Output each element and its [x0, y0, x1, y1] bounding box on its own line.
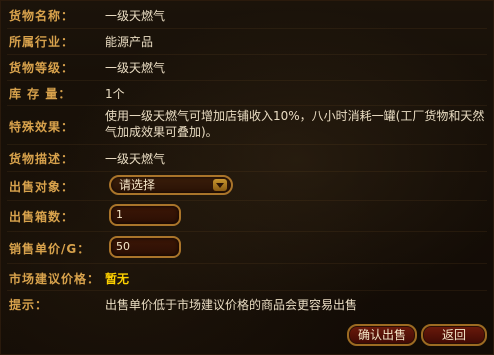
divider [7, 263, 487, 264]
special-effect-value: 使用一级天燃气可增加店铺收入10%，八小时消耗一罐(工厂货物和天然气加成效果可叠… [105, 109, 485, 139]
box-count-input[interactable]: 1 [109, 204, 181, 226]
goods-name-label: 货物名称： [9, 9, 75, 23]
divider [7, 290, 487, 291]
sale-target-select[interactable]: 请选择 [109, 175, 233, 195]
suggested-price-label: 市场建议价格： [9, 272, 101, 286]
description-label: 货物描述： [9, 152, 75, 166]
divider [7, 144, 487, 145]
tip-value: 出售单价低于市场建议价格的商品会更容易出售 [105, 298, 358, 312]
divider [7, 200, 487, 201]
divider [7, 171, 487, 172]
box-count-label: 出售箱数： [9, 210, 75, 224]
divider [7, 54, 487, 55]
back-button[interactable]: 返回 [421, 324, 487, 346]
divider [7, 80, 487, 81]
unit-price-input[interactable]: 50 [109, 236, 181, 258]
stock-value: 1个 [105, 87, 125, 101]
sale-target-label: 出售对象： [9, 180, 75, 194]
industry-value: 能源产品 [105, 35, 154, 49]
confirm-sell-button[interactable]: 确认出售 [347, 324, 417, 346]
divider [7, 105, 487, 106]
grade-label: 货物等级： [9, 61, 75, 75]
tip-label: 提示： [9, 298, 49, 312]
special-effect-label: 特殊效果： [9, 120, 75, 134]
sell-goods-panel: 货物名称： 一级天燃气 所属行业： 能源产品 货物等级： 一级天燃气 库 存 量… [0, 0, 494, 355]
chevron-down-icon[interactable] [213, 179, 227, 191]
grade-value: 一级天燃气 [105, 61, 166, 75]
stock-label: 库 存 量： [9, 87, 72, 101]
divider [7, 28, 487, 29]
suggested-price-value: 暂无 [105, 272, 130, 286]
unit-price-label: 销售单价/G： [9, 242, 91, 256]
description-value: 一级天燃气 [105, 152, 166, 166]
sale-target-selected-value: 请选择 [119, 178, 156, 192]
industry-label: 所属行业： [9, 35, 75, 49]
divider [7, 231, 487, 232]
goods-name-value: 一级天燃气 [105, 9, 166, 23]
